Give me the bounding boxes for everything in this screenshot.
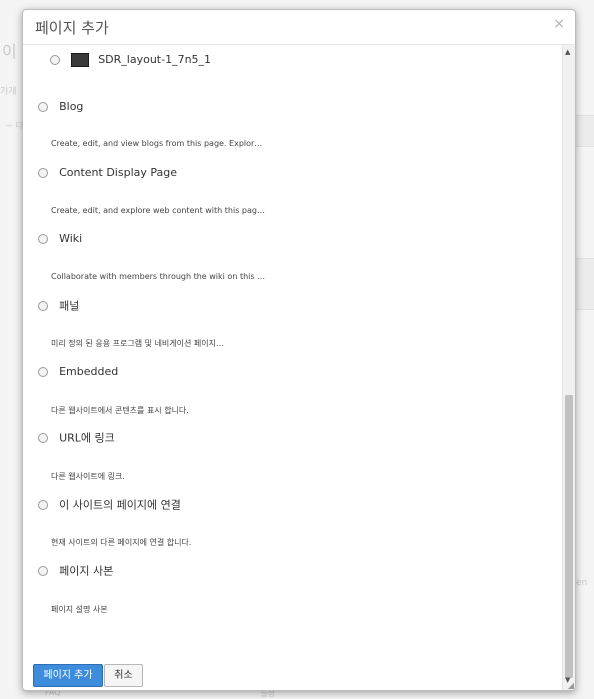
radio-button[interactable] <box>38 565 48 576</box>
radio-button[interactable] <box>38 167 48 178</box>
option-embedded[interactable]: Embedded <box>38 361 118 380</box>
option-copy-page[interactable]: 페이지 사본 <box>38 560 113 579</box>
radio-button[interactable] <box>38 499 48 510</box>
bg-fragment: — 다 <box>5 121 23 130</box>
option-blog[interactable]: Blog <box>38 96 83 115</box>
layout-thumbnail-icon <box>71 52 90 67</box>
option-description: 페이지 설명 사본 <box>51 605 108 614</box>
add-page-dialog: 페이지 추가 × SDR_layout-1_7n5_1 Blog Create,… <box>22 9 576 691</box>
vertical-scrollbar[interactable]: ▲ ▼ <box>562 45 575 690</box>
option-description: Create, edit, and view blogs from this p… <box>51 139 263 148</box>
option-description: Create, edit, and explore web content wi… <box>51 206 265 215</box>
option-label: URL에 링크 <box>59 431 115 445</box>
option-description: 다른 웹사이트에 링크. <box>51 472 125 481</box>
bg-fragment: 이 <box>2 42 17 61</box>
option-label: Wiki <box>59 232 83 245</box>
option-description: 현재 사이트의 다른 페이지에 연결 합니다. <box>51 538 192 547</box>
radio-button[interactable] <box>38 233 48 244</box>
option-label: 이 사이트의 페이지에 연결 <box>59 498 181 512</box>
radio-button[interactable] <box>38 432 48 443</box>
option-wiki[interactable]: Wiki <box>38 228 82 247</box>
dialog-title: 페이지 추가 <box>35 19 109 37</box>
bg-fragment: en <box>576 578 588 588</box>
option-layout-template[interactable]: SDR_layout-1_7n5_1 <box>50 49 211 68</box>
page-type-list: SDR_layout-1_7n5_1 Blog Create, edit, an… <box>23 45 563 690</box>
bg-panel <box>575 115 594 147</box>
scroll-up-arrow-icon[interactable]: ▲ <box>565 48 570 56</box>
radio-button[interactable] <box>38 300 48 311</box>
resize-grip-icon[interactable]: ◢ <box>568 681 574 690</box>
scrollbar-thumb[interactable] <box>565 395 573 678</box>
option-label: 페이지 사본 <box>59 564 114 578</box>
option-description: 미리 정의 된 응용 프로그램 및 네비게이션 페이지… <box>51 339 224 348</box>
option-panel[interactable]: 패널 <box>38 295 79 314</box>
option-label: Content Display Page <box>59 166 178 179</box>
option-label: Embedded <box>59 365 119 378</box>
close-icon[interactable]: × <box>553 16 565 32</box>
radio-button[interactable] <box>38 101 48 112</box>
option-description: Collaborate with members through the wik… <box>51 272 266 281</box>
radio-button[interactable] <box>50 54 60 65</box>
option-url-link[interactable]: URL에 링크 <box>38 427 115 446</box>
option-description: 다른 웹사이트에서 콘텐츠를 표시 합니다. <box>51 406 189 415</box>
option-label: SDR_layout-1_7n5_1 <box>98 53 212 66</box>
dialog-header: 페이지 추가 × <box>23 10 575 45</box>
option-link-to-site-page[interactable]: 이 사이트의 페이지에 연결 <box>38 494 181 513</box>
bg-fragment: 가개 <box>0 87 17 97</box>
cancel-button[interactable]: 취소 <box>104 664 143 687</box>
bg-panel <box>575 258 594 310</box>
radio-button[interactable] <box>38 366 48 377</box>
add-page-button[interactable]: 페이지 추가 <box>33 664 103 687</box>
option-label: Blog <box>59 100 84 113</box>
option-content-display-page[interactable]: Content Display Page <box>38 162 177 181</box>
option-label: 패널 <box>59 299 80 313</box>
